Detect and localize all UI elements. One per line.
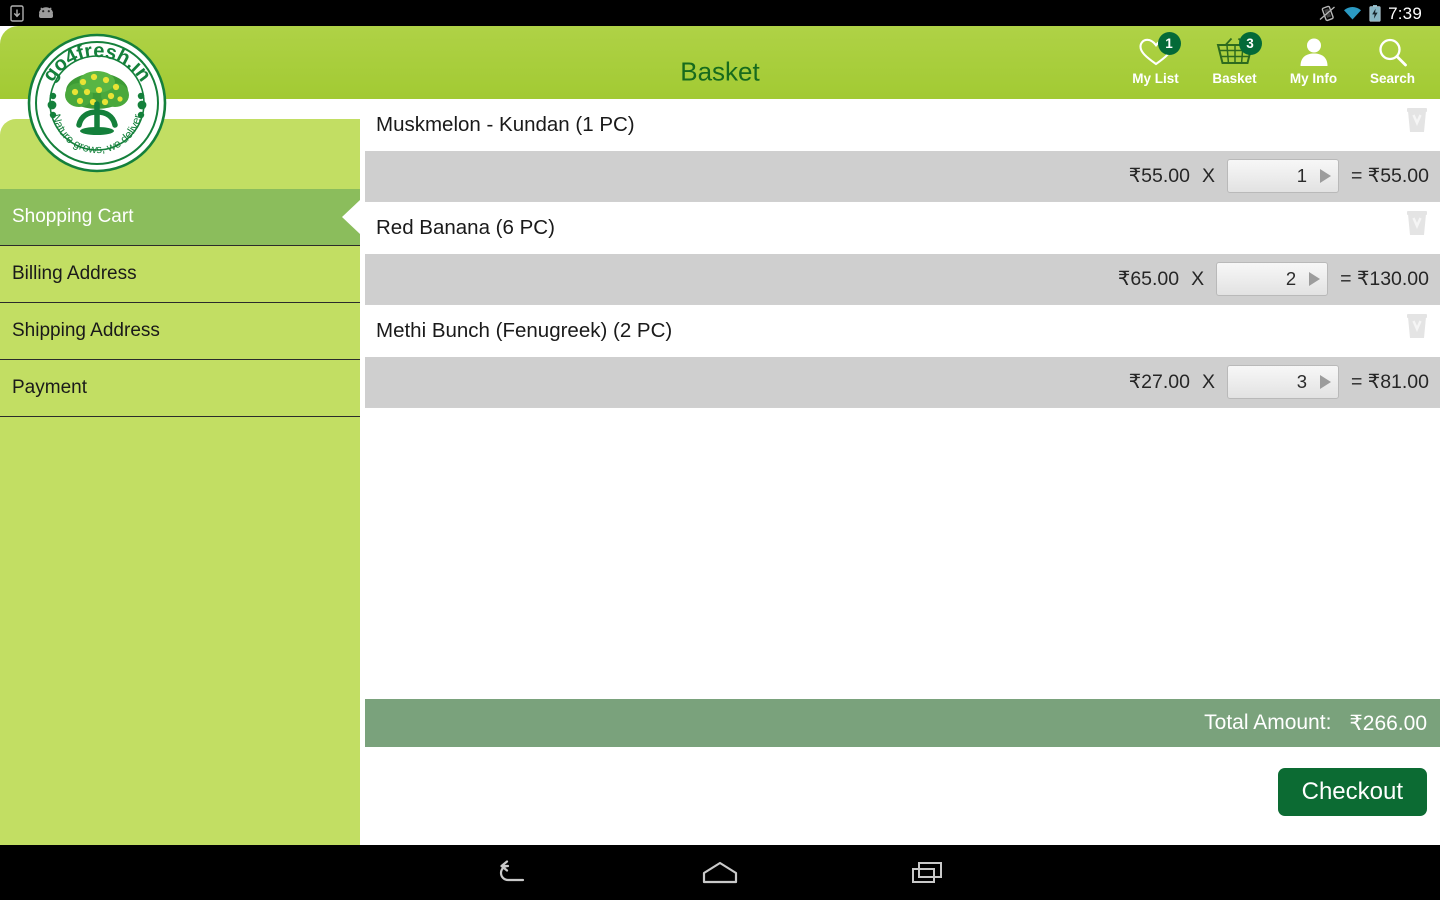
android-status-bar: 7:39 bbox=[0, 0, 1440, 26]
delete-item-button[interactable] bbox=[1400, 311, 1434, 341]
home-icon bbox=[702, 861, 738, 883]
cart-item-name: Red Banana (6 PC) bbox=[376, 216, 555, 239]
total-amount-bar: Total Amount: ₹266.00 bbox=[365, 699, 1440, 747]
cart-item-pricing: ₹55.00 X 1 = ₹55.00 bbox=[365, 151, 1440, 201]
cart-item-name: Methi Bunch (Fenugreek) (2 PC) bbox=[376, 319, 673, 342]
basket-badge: 3 bbox=[1238, 32, 1262, 55]
quantity-stepper[interactable]: 2 bbox=[1216, 262, 1329, 296]
download-icon bbox=[10, 4, 24, 22]
cart-item-row: Red Banana (6 PC) ₹65.00 X 2 = ₹130.00 bbox=[365, 202, 1440, 305]
cart-item-header: Methi Bunch (Fenugreek) (2 PC) bbox=[365, 305, 1440, 357]
quantity-stepper[interactable]: 3 bbox=[1226, 365, 1339, 399]
header-action-search[interactable]: Search bbox=[1353, 34, 1432, 96]
header-action-label: My Info bbox=[1289, 71, 1338, 86]
my-list-badge: 1 bbox=[1157, 32, 1181, 55]
android-nav-bar bbox=[0, 845, 1440, 900]
wifi-icon bbox=[1343, 6, 1362, 21]
cart-item-line-total: = ₹81.00 bbox=[1350, 371, 1429, 393]
cart-item-pricing: ₹65.00 X 2 = ₹130.00 bbox=[365, 254, 1440, 304]
cart-item-unit-price: ₹55.00 bbox=[1128, 165, 1190, 187]
header-action-basket[interactable]: 3 Basket bbox=[1195, 32, 1274, 96]
vibrate-icon bbox=[1319, 5, 1336, 22]
cart-item-unit-price: ₹65.00 bbox=[1117, 268, 1180, 290]
cart-item-pricing: ₹27.00 X 3 = ₹81.00 bbox=[365, 357, 1440, 407]
delete-item-button[interactable] bbox=[1400, 105, 1434, 135]
cart-item-header: Muskmelon - Kundan (1 PC) bbox=[365, 99, 1440, 151]
app-header: Basket 1 My List 3 Basket My Info Search bbox=[0, 26, 1440, 99]
main-content: Muskmelon - Kundan (1 PC) ₹55.00 X 1 = ₹… bbox=[365, 99, 1440, 845]
status-bar-left-icons bbox=[10, 4, 56, 22]
cart-item-row: Muskmelon - Kundan (1 PC) ₹55.00 X 1 = ₹… bbox=[365, 99, 1440, 202]
quantity-value: 3 bbox=[1296, 371, 1307, 392]
sidebar-nav-list: Shopping Cart Billing Address Shipping A… bbox=[0, 189, 360, 417]
back-icon bbox=[499, 859, 525, 881]
sidebar: Shopping Cart Billing Address Shipping A… bbox=[0, 119, 360, 845]
header-action-label: My List bbox=[1132, 71, 1179, 86]
delete-item-button[interactable] bbox=[1400, 208, 1434, 238]
quantity-value: 1 bbox=[1296, 165, 1307, 186]
cart-item-row: Methi Bunch (Fenugreek) (2 PC) ₹27.00 X … bbox=[365, 305, 1440, 408]
total-amount-label: Total Amount: bbox=[1204, 711, 1332, 734]
person-icon bbox=[1300, 38, 1327, 66]
header-action-my-list[interactable]: 1 My List bbox=[1116, 32, 1195, 96]
checkout-area: Checkout bbox=[365, 768, 1440, 816]
person-icon-wrap bbox=[1298, 34, 1330, 70]
battery-charging-icon bbox=[1369, 4, 1381, 22]
chevron-right-icon bbox=[1319, 169, 1331, 183]
cart-item-unit-price: ₹27.00 bbox=[1128, 371, 1190, 393]
basket-icon-wrap: 3 bbox=[1215, 32, 1262, 70]
multiply-symbol: X bbox=[1201, 370, 1215, 393]
trash-icon bbox=[1407, 211, 1427, 235]
sidebar-item-label: Payment bbox=[12, 377, 87, 398]
quantity-value: 2 bbox=[1285, 268, 1297, 289]
cart-item-line-total: = ₹55.00 bbox=[1350, 165, 1429, 187]
brand-logo: go4fresh.in Nature grows, we deliver bbox=[26, 32, 168, 174]
sidebar-item-label: Shopping Cart bbox=[12, 206, 134, 227]
cart-item-line-total: = ₹130.00 bbox=[1340, 268, 1429, 290]
search-icon-wrap bbox=[1376, 34, 1409, 70]
recents-icon bbox=[912, 861, 942, 883]
multiply-symbol: X bbox=[1201, 164, 1215, 187]
header-action-my-info[interactable]: My Info bbox=[1274, 34, 1353, 96]
android-icon bbox=[36, 6, 56, 20]
quantity-stepper[interactable]: 1 bbox=[1226, 159, 1339, 193]
nav-home-button[interactable] bbox=[689, 851, 751, 895]
chevron-right-icon bbox=[1309, 272, 1321, 286]
header-actions: 1 My List 3 Basket My Info Search bbox=[1116, 32, 1432, 96]
cart-item-header: Red Banana (6 PC) bbox=[365, 202, 1440, 254]
header-action-label: Basket bbox=[1212, 71, 1257, 86]
trash-icon bbox=[1407, 108, 1427, 132]
heart-icon-wrap: 1 bbox=[1138, 32, 1181, 70]
cart-item-name: Muskmelon - Kundan (1 PC) bbox=[376, 113, 635, 136]
search-icon bbox=[1379, 38, 1407, 66]
sidebar-item-shopping-cart[interactable]: Shopping Cart bbox=[0, 189, 360, 246]
chevron-right-icon bbox=[1319, 375, 1331, 389]
nav-recents-button[interactable] bbox=[896, 851, 958, 895]
sidebar-item-billing-address[interactable]: Billing Address bbox=[0, 246, 360, 303]
header-action-label: Search bbox=[1369, 71, 1416, 86]
total-amount-value: ₹266.00 bbox=[1349, 711, 1427, 735]
app-root: 7:39 Basket 1 My List 3 Basket My Info S… bbox=[0, 0, 1440, 900]
status-bar-right-icons: 7:39 bbox=[1319, 3, 1430, 23]
nav-back-button[interactable] bbox=[482, 851, 544, 895]
cart-item-list: Muskmelon - Kundan (1 PC) ₹55.00 X 1 = ₹… bbox=[365, 99, 1440, 408]
multiply-symbol: X bbox=[1191, 267, 1205, 290]
sidebar-item-label: Shipping Address bbox=[12, 320, 160, 341]
sidebar-item-label: Billing Address bbox=[12, 263, 137, 284]
sidebar-item-payment[interactable]: Payment bbox=[0, 360, 360, 417]
sidebar-item-shipping-address[interactable]: Shipping Address bbox=[0, 303, 360, 360]
status-bar-clock: 7:39 bbox=[1388, 3, 1422, 23]
trash-icon bbox=[1407, 314, 1427, 338]
checkout-button[interactable]: Checkout bbox=[1277, 768, 1427, 816]
